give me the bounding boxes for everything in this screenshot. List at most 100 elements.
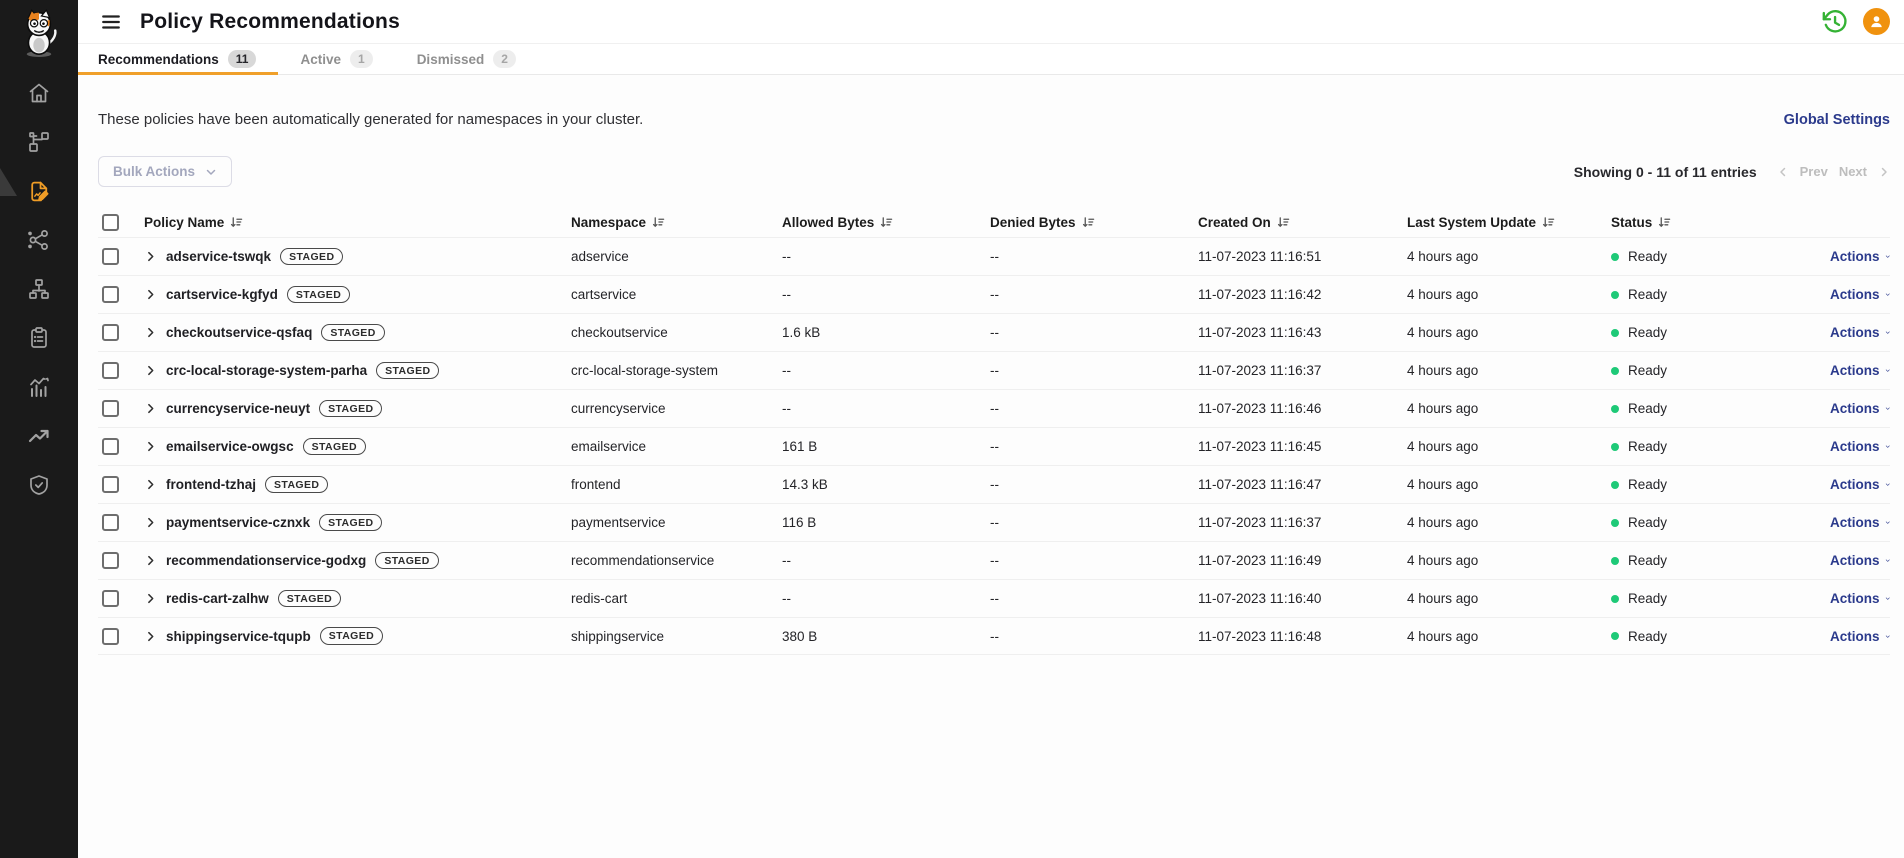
sidebar-nav	[0, 80, 78, 498]
tab-count-badge: 11	[228, 50, 257, 68]
bulk-actions-button[interactable]: Bulk Actions	[98, 156, 232, 187]
row-checkbox[interactable]	[102, 324, 119, 341]
sort-icon[interactable]	[1542, 216, 1555, 229]
status-label: Ready	[1628, 363, 1667, 378]
actions-menu-button[interactable]: Actions	[1830, 363, 1890, 378]
policy-name: shippingservice-tqupb	[166, 629, 311, 644]
history-button[interactable]	[1820, 8, 1848, 36]
actions-menu-button[interactable]: Actions	[1830, 249, 1890, 264]
chevron-right-icon	[144, 516, 157, 529]
column-header-allowed-bytes[interactable]: Allowed Bytes	[782, 215, 990, 230]
sidebar-item-security[interactable]	[26, 472, 52, 498]
chevron-down-icon	[1885, 516, 1890, 529]
policy-name: emailservice-owgsc	[166, 439, 294, 454]
column-header-status[interactable]: Status	[1611, 215, 1830, 230]
column-header-namespace[interactable]: Namespace	[571, 215, 782, 230]
select-all-checkbox[interactable]	[102, 214, 119, 231]
actions-menu-button[interactable]: Actions	[1830, 287, 1890, 302]
denied-bytes-cell: --	[990, 325, 1198, 340]
expand-row-button[interactable]	[144, 326, 157, 339]
user-avatar-button[interactable]	[1863, 8, 1890, 35]
last-system-update-cell: 4 hours ago	[1407, 515, 1611, 530]
actions-menu-button[interactable]: Actions	[1830, 401, 1890, 416]
expand-row-button[interactable]	[144, 250, 157, 263]
next-chevron-icon[interactable]	[1878, 166, 1890, 178]
column-header-policy-name[interactable]: Policy Name	[144, 215, 571, 230]
sidebar-item-graph[interactable]	[26, 227, 52, 253]
tab-dismissed[interactable]: Dismissed 2	[395, 44, 538, 74]
column-header-created-on[interactable]: Created On	[1198, 215, 1407, 230]
row-checkbox[interactable]	[102, 628, 119, 645]
sort-icon[interactable]	[652, 216, 665, 229]
status-cell: Ready	[1611, 401, 1830, 416]
last-system-update-cell: 4 hours ago	[1407, 477, 1611, 492]
actions-menu-button[interactable]: Actions	[1830, 477, 1890, 492]
sort-icon[interactable]	[1082, 216, 1095, 229]
row-checkbox[interactable]	[102, 476, 119, 493]
tab-count-badge: 2	[493, 50, 516, 68]
chevron-down-icon	[1885, 554, 1890, 567]
allowed-bytes-cell: --	[782, 249, 990, 264]
status-dot-icon	[1611, 595, 1619, 603]
expand-row-button[interactable]	[144, 402, 157, 415]
expand-row-button[interactable]	[144, 478, 157, 491]
sort-icon[interactable]	[1658, 216, 1671, 229]
last-system-update-cell: 4 hours ago	[1407, 439, 1611, 454]
expand-row-button[interactable]	[144, 364, 157, 377]
next-button[interactable]: Next	[1839, 164, 1867, 179]
row-checkbox[interactable]	[102, 514, 119, 531]
expand-row-button[interactable]	[144, 288, 157, 301]
expand-row-button[interactable]	[144, 630, 157, 643]
tab-recommendations[interactable]: Recommendations 11	[78, 44, 278, 74]
prev-chevron-icon[interactable]	[1777, 166, 1789, 178]
sort-icon[interactable]	[880, 216, 893, 229]
last-system-update-cell: 4 hours ago	[1407, 553, 1611, 568]
sort-icon[interactable]	[1277, 216, 1290, 229]
status-dot-icon	[1611, 329, 1619, 337]
column-header-denied-bytes[interactable]: Denied Bytes	[990, 215, 1198, 230]
expand-row-button[interactable]	[144, 516, 157, 529]
actions-menu-button[interactable]: Actions	[1830, 553, 1890, 568]
trending-up-icon	[27, 424, 51, 448]
global-settings-link[interactable]: Global Settings	[1784, 112, 1890, 128]
created-on-cell: 11-07-2023 11:16:49	[1198, 553, 1407, 568]
actions-menu-button[interactable]: Actions	[1830, 591, 1890, 606]
denied-bytes-cell: --	[990, 287, 1198, 302]
expand-row-button[interactable]	[144, 440, 157, 453]
pagination: Prev Next	[1777, 164, 1890, 179]
denied-bytes-cell: --	[990, 553, 1198, 568]
expand-row-button[interactable]	[144, 592, 157, 605]
row-checkbox[interactable]	[102, 590, 119, 607]
row-checkbox[interactable]	[102, 248, 119, 265]
denied-bytes-cell: --	[990, 439, 1198, 454]
sidebar-item-reports[interactable]	[26, 325, 52, 351]
actions-menu-button[interactable]: Actions	[1830, 439, 1890, 454]
actions-menu-button[interactable]: Actions	[1830, 515, 1890, 530]
row-checkbox[interactable]	[102, 286, 119, 303]
column-header-last-system-update[interactable]: Last System Update	[1407, 215, 1611, 230]
prev-button[interactable]: Prev	[1800, 164, 1828, 179]
last-system-update-cell: 4 hours ago	[1407, 325, 1611, 340]
menu-button[interactable]	[98, 9, 124, 35]
created-on-cell: 11-07-2023 11:16:51	[1198, 249, 1407, 264]
row-checkbox[interactable]	[102, 552, 119, 569]
created-on-cell: 11-07-2023 11:16:37	[1198, 363, 1407, 378]
sidebar-item-analytics[interactable]	[26, 374, 52, 400]
sidebar-item-cluster[interactable]	[26, 276, 52, 302]
staged-badge: STAGED	[280, 248, 343, 266]
row-checkbox[interactable]	[102, 362, 119, 379]
row-checkbox[interactable]	[102, 438, 119, 455]
expand-row-button[interactable]	[144, 554, 157, 567]
sidebar-item-trends[interactable]	[26, 423, 52, 449]
actions-menu-button[interactable]: Actions	[1830, 629, 1890, 644]
tab-active[interactable]: Active 1	[278, 44, 394, 74]
app-logo[interactable]	[0, 0, 78, 66]
sidebar-item-topology[interactable]	[26, 129, 52, 155]
sort-icon[interactable]	[230, 216, 243, 229]
actions-menu-button[interactable]: Actions	[1830, 325, 1890, 340]
tab-label: Recommendations	[98, 52, 219, 67]
actions-label: Actions	[1830, 553, 1880, 568]
sidebar-item-policy-recommendations[interactable]	[26, 178, 52, 204]
sidebar-item-home[interactable]	[26, 80, 52, 106]
row-checkbox[interactable]	[102, 400, 119, 417]
